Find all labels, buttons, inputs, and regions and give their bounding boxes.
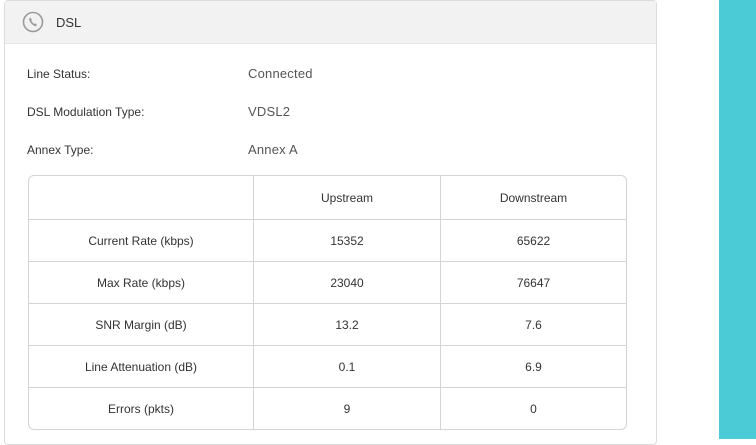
table-header-row: Upstream Downstream	[29, 176, 626, 219]
row-label: SNR Margin (dB)	[95, 317, 187, 332]
downstream-value: 6.9	[440, 346, 626, 387]
row-label: Current Rate (kbps)	[88, 233, 194, 248]
table-row: SNR Margin (dB) 13.2 7.6	[29, 303, 626, 345]
panel-title: DSL	[56, 14, 82, 30]
panel-header: DSL	[5, 1, 656, 44]
upstream-value: 0.1	[253, 346, 440, 387]
modulation-type-value: VDSL2	[248, 104, 291, 119]
dsl-stats-table: Upstream Downstream Current Rate (kbps) …	[28, 175, 627, 430]
phone-icon	[22, 11, 44, 33]
table-header-downstream: Downstream	[440, 176, 626, 219]
table-row: Line Attenuation (dB) 0.1 6.9	[29, 345, 626, 387]
table-row: Current Rate (kbps) 15352 65622	[29, 219, 626, 261]
downstream-value: 76647	[440, 262, 626, 303]
right-accent-bar	[719, 0, 756, 439]
dsl-panel: DSL Line Status: Connected DSL Modulatio…	[4, 0, 657, 445]
row-label: Max Rate (kbps)	[96, 275, 186, 290]
table-row: Errors (pkts) 9 0	[29, 387, 626, 429]
modulation-type-label: DSL Modulation Type:	[27, 105, 145, 119]
downstream-value: 7.6	[440, 304, 626, 345]
table-header-upstream: Upstream	[253, 176, 440, 219]
annex-type-label: Annex Type:	[27, 143, 94, 157]
upstream-value: 13.2	[253, 304, 440, 345]
table-row: Max Rate (kbps) 23040 76647	[29, 261, 626, 303]
annex-type-value: Annex A	[248, 142, 298, 157]
table-header-cell	[29, 176, 253, 219]
upstream-value: 9	[253, 388, 440, 429]
downstream-value: 65622	[440, 220, 626, 261]
line-status-value: Connected	[248, 66, 313, 81]
row-label: Errors (pkts)	[108, 401, 174, 416]
row-label: Line Attenuation (dB)	[84, 359, 198, 374]
line-status-label: Line Status:	[27, 67, 91, 81]
upstream-value: 23040	[253, 262, 440, 303]
downstream-value: 0	[440, 388, 626, 429]
upstream-value: 15352	[253, 220, 440, 261]
